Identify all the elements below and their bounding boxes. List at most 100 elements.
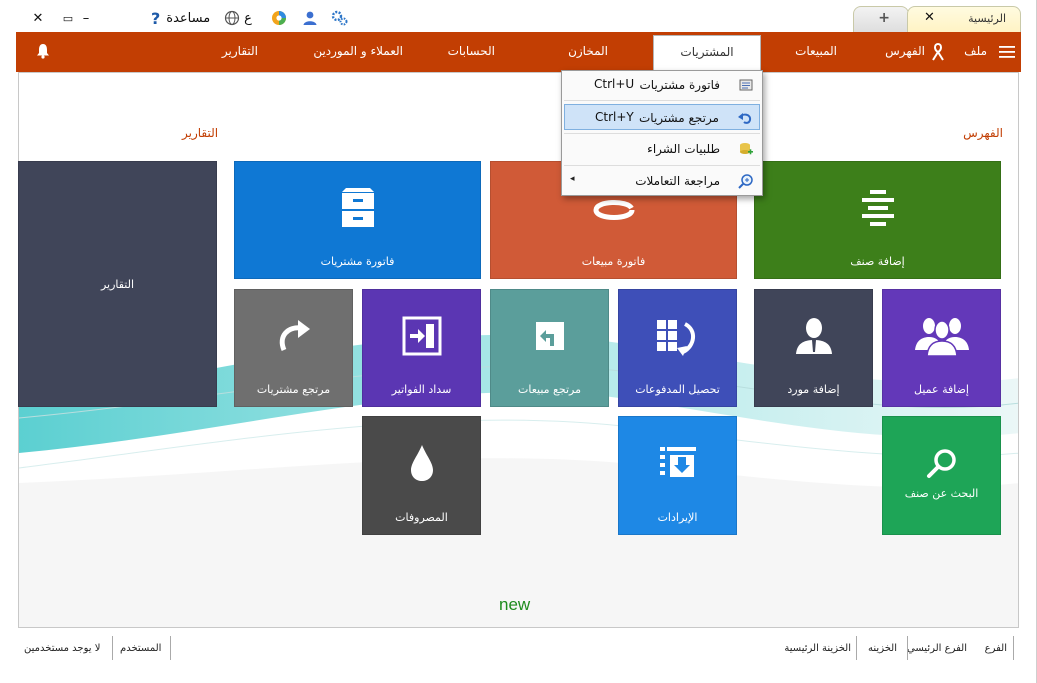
tile-purchase-return[interactable]: مرتجع مشتريات (234, 289, 353, 407)
tile-expenses-label: المصروفات (395, 511, 448, 524)
tile-sales-invoice-label: فاتورة مبيعات (581, 255, 646, 268)
footer-divider (907, 636, 908, 660)
footer-user-label: المستخدم (120, 643, 162, 654)
ribbon-tab-file[interactable]: ملف (964, 44, 987, 58)
tile-reports[interactable]: التقارير (18, 161, 217, 407)
cycle-arrows-icon (593, 200, 634, 220)
help-label: مساعدة (166, 10, 211, 26)
menu-separator (564, 100, 760, 101)
ribbon-icon (932, 43, 944, 61)
tile-expenses[interactable]: المصروفات (362, 416, 481, 535)
menu-separator (564, 133, 760, 134)
tile-sales-return[interactable]: مرتجع مبيعات (490, 289, 609, 407)
new-tab-button[interactable]: + (853, 6, 909, 32)
footer-divider (170, 636, 171, 660)
menu-item-purchase-return[interactable]: مرتجع مشتريات Ctrl+Y (564, 104, 760, 130)
menu-item-purchase-orders[interactable]: طلبيات الشراء (564, 136, 760, 162)
section-title-catalog: الفهرس (963, 126, 1003, 140)
download-list-icon (659, 447, 696, 477)
tile-add-item[interactable]: إضافة صنف (754, 161, 1001, 279)
tile-purchase-invoice-label: فاتورة مشتريات (320, 255, 395, 268)
tile-add-item-label: إضافة صنف (850, 255, 905, 268)
grid-arrow-icon (656, 320, 695, 356)
tile-collect-payments[interactable]: تحصيل المدفوعات (618, 289, 737, 407)
tile-add-supplier-label: إضافة مورد (787, 383, 840, 396)
footer-safe-label: الخزينه (868, 643, 897, 654)
restore-icon: ▭ (62, 11, 74, 25)
ribbon-tab-purchases[interactable]: المشتريات (653, 35, 761, 73)
undo-arrow-icon (738, 113, 752, 124)
close-icon: ✕ (32, 10, 44, 26)
app-window: ✕ ▭ – ? مساعدة ع + الرئيسية ✕ المشتريات … (0, 0, 1037, 683)
purchases-dropdown-menu: فاتورة مشتريات Ctrl+U مرتجع مشتريات Ctrl… (561, 70, 763, 196)
submenu-arrow-icon: ◂ (570, 174, 575, 184)
drop-icon (410, 445, 433, 481)
tile-pay-invoices[interactable]: سداد الفواتير (362, 289, 481, 407)
menu-separator (564, 165, 760, 166)
tile-revenues[interactable]: الإيرادات (618, 416, 737, 535)
footer-branch-value: الفرع الرئيسي (907, 643, 967, 654)
tile-add-client[interactable]: إضافة عميل (882, 289, 1001, 407)
footer-divider (856, 636, 857, 660)
menu-item-purchase-invoice-shortcut: Ctrl+U (594, 77, 635, 91)
menu-item-review-transactions[interactable]: مراجعة التعاملات ◂ (564, 168, 760, 194)
gears-icon (331, 10, 348, 26)
close-tab-icon[interactable]: ✕ (924, 10, 935, 25)
ribbon-tab-sales[interactable]: المبيعات (795, 44, 837, 58)
person-icon (795, 318, 832, 354)
menu-item-purchase-invoice[interactable]: فاتورة مشتريات Ctrl+U (564, 72, 760, 98)
menu-item-review-transactions-label: مراجعة التعاملات (635, 174, 720, 188)
ribbon-tab-accounts[interactable]: الحسابات (448, 44, 495, 58)
menu-item-purchase-return-shortcut: Ctrl+Y (595, 110, 634, 124)
new-label: new (499, 595, 531, 614)
tab-home[interactable]: الرئيسية ✕ (907, 6, 1021, 32)
bell-icon[interactable] (36, 43, 50, 59)
section-title-reports: التقارير (182, 126, 219, 140)
theme-button[interactable] (270, 8, 288, 28)
plus-icon: + (878, 10, 890, 26)
enter-box-icon (402, 316, 441, 356)
tab-home-label: الرئيسية (968, 12, 1006, 25)
zoom-icon (738, 174, 753, 189)
ribbon-tab-catalog[interactable]: الفهرس (885, 44, 925, 58)
language-button[interactable]: ع (221, 8, 255, 28)
ribbon-menu: المشتريات ملف الفهرس المبيعات المخازن ال… (16, 32, 1021, 73)
user-button[interactable] (301, 8, 319, 28)
restore-window-button[interactable]: ▭ (60, 8, 76, 28)
ribbon-tab-stores[interactable]: المخازن (568, 44, 608, 58)
tile-collect-payments-label: تحصيل المدفوعات (635, 383, 720, 396)
tile-purchase-return-label: مرتجع مشتريات (256, 383, 331, 396)
database-add-icon (740, 143, 753, 155)
ribbon-tab-reports[interactable]: التقارير (222, 44, 258, 58)
tile-purchase-invoice[interactable]: فاتورة مشتريات (234, 161, 481, 279)
tile-add-supplier[interactable]: إضافة مورد (754, 289, 873, 407)
footer-divider (1013, 636, 1014, 660)
ribbon-tab-clients[interactable]: العملاء و الموردين (313, 44, 403, 58)
tile-reports-label: التقارير (100, 278, 135, 291)
redo-arrow-icon (279, 320, 310, 351)
menu-item-purchase-orders-label: طلبيات الشراء (647, 142, 720, 156)
search-icon (926, 449, 956, 478)
tile-pay-invoices-label: سداد الفواتير (391, 383, 452, 396)
tile-add-client-label: إضافة عميل (914, 383, 969, 396)
globe-icon (225, 10, 240, 26)
minimize-window-button[interactable]: – (78, 8, 94, 28)
tile-revenues-label: الإيرادات (657, 511, 698, 524)
tile-sales-return-label: مرتجع مبيعات (517, 383, 582, 396)
people-icon (914, 318, 969, 356)
settings-button[interactable] (331, 8, 349, 28)
footer-branch-label: الفرع (984, 643, 1007, 654)
tile-search-item[interactable]: البحث عن صنف (882, 416, 1001, 535)
footer-safe-value: الخزينة الرئيسية (784, 643, 851, 654)
close-window-button[interactable]: ✕ (28, 8, 48, 28)
invoice-icon (739, 79, 753, 91)
language-label: ع (244, 10, 252, 26)
footer-user-value: لا يوجد مستخدمين (24, 643, 101, 654)
menu-item-purchase-invoice-label: فاتورة مشتريات (639, 78, 721, 92)
help-icon: ? (151, 8, 161, 28)
hamburger-icon[interactable] (999, 45, 1015, 59)
minimize-icon: – (82, 10, 90, 26)
color-wheel-icon (272, 11, 286, 25)
footer-divider (112, 636, 113, 660)
cabinet-icon (341, 188, 374, 227)
